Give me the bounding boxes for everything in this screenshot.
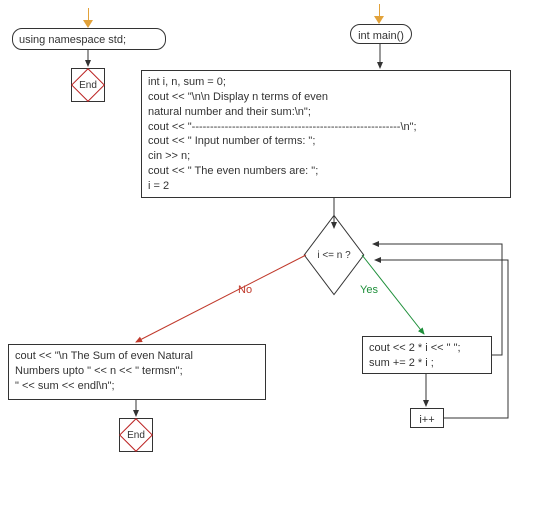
main-entry-arrow — [374, 16, 384, 24]
namespace-entry-arrow — [83, 20, 93, 28]
namespace-entry-line — [88, 8, 89, 20]
output-line-3: " << sum << endl\n"; — [15, 379, 259, 394]
namespace-text: using namespace std; — [19, 34, 126, 46]
main-entry-line — [379, 4, 380, 16]
setup-line-1: int i, n, sum = 0; — [148, 75, 504, 90]
end-node-bottom-label: End — [127, 430, 145, 441]
main-function-label: int main() — [358, 30, 404, 42]
increment-box: i++ — [410, 408, 444, 428]
loop-body-line-2: sum += 2 * i ; — [369, 356, 485, 371]
output-line-2: Numbers upto " << n << " termsn"; — [15, 364, 259, 379]
loop-body-box: cout << 2 * i << " "; sum += 2 * i ; — [362, 336, 492, 374]
decision-label: i <= n ? — [299, 230, 369, 280]
main-function-box: int main() — [350, 24, 412, 44]
loop-body-line-1: cout << 2 * i << " "; — [369, 341, 485, 356]
end-node-bottom: End — [119, 418, 153, 452]
setup-line-4: cout << "-------------------------------… — [148, 120, 504, 135]
setup-line-8: i = 2 — [148, 179, 504, 194]
setup-line-6: cin >> n; — [148, 149, 504, 164]
flowchart-canvas: using namespace std; End int main() int … — [0, 0, 542, 505]
setup-line-5: cout << " Input number of terms: "; — [148, 134, 504, 149]
setup-box: int i, n, sum = 0; cout << "\n\n Display… — [141, 70, 511, 198]
decision-diamond: i <= n ? — [299, 230, 369, 280]
end-node-left: End — [71, 68, 105, 102]
output-box: cout << "\n The Sum of even Natural Numb… — [8, 344, 266, 400]
edge-no-label: No — [238, 284, 252, 296]
end-node-left-label: End — [79, 80, 97, 91]
output-line-1: cout << "\n The Sum of even Natural — [15, 349, 259, 364]
setup-line-3: natural number and their sum:\n"; — [148, 105, 504, 120]
increment-label: i++ — [419, 414, 434, 426]
edge-yes-label: Yes — [360, 284, 378, 296]
setup-line-7: cout << " The even numbers are: "; — [148, 164, 504, 179]
setup-line-2: cout << "\n\n Display n terms of even — [148, 90, 504, 105]
namespace-box: using namespace std; — [12, 28, 166, 50]
